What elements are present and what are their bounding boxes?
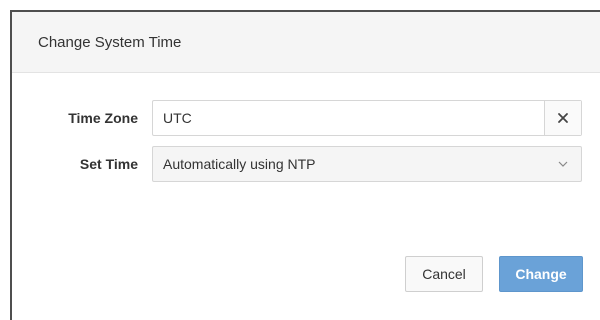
change-system-time-dialog: Change System Time Time Zone UTC Set Tim… xyxy=(10,10,600,320)
close-icon xyxy=(558,113,568,123)
set-time-selected-value: Automatically using NTP xyxy=(163,156,316,172)
dialog-footer: Cancel Change xyxy=(405,256,583,292)
set-time-row: Set Time Automatically using NTP xyxy=(12,146,600,182)
time-zone-value[interactable]: UTC xyxy=(153,110,544,126)
set-time-label: Set Time xyxy=(79,156,138,172)
set-time-select[interactable]: Automatically using NTP xyxy=(152,146,582,182)
dialog-title: Change System Time xyxy=(38,33,182,51)
change-button[interactable]: Change xyxy=(499,256,583,292)
dialog-header: Change System Time xyxy=(12,12,600,73)
time-zone-field[interactable]: UTC xyxy=(152,100,582,136)
time-zone-row: Time Zone UTC xyxy=(12,100,600,136)
time-zone-label: Time Zone xyxy=(68,110,138,126)
cancel-button[interactable]: Cancel xyxy=(405,256,483,292)
clear-time-zone-button[interactable] xyxy=(544,101,581,135)
chevron-down-icon xyxy=(558,161,568,167)
set-time-dropdown-toggle[interactable] xyxy=(545,147,581,181)
